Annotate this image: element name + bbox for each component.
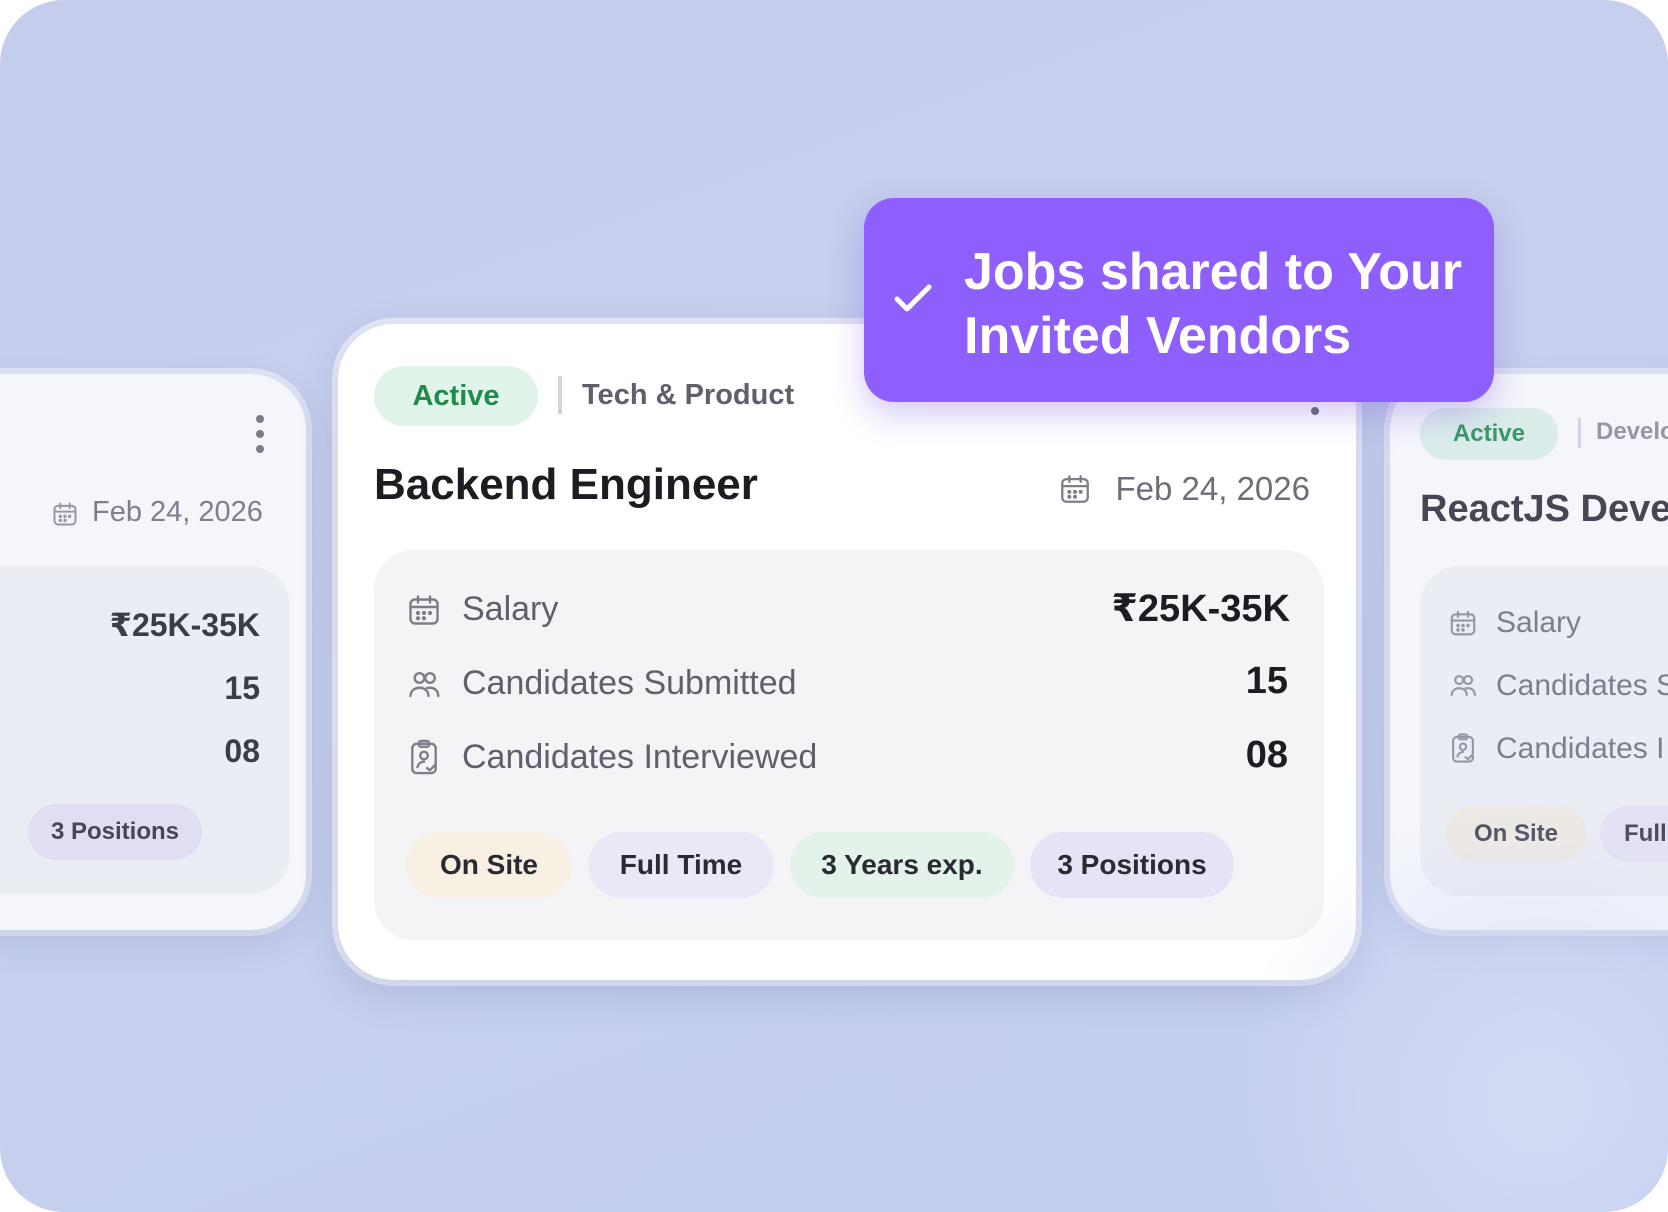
stats-panel: ₹25K-35K 15 08 3 Positions (0, 566, 290, 894)
status-badge: Active (1420, 408, 1558, 460)
tag-fulltime: Full Time (588, 832, 774, 898)
status-badge: Active (374, 366, 538, 426)
submitted-label: Candidates S (1496, 669, 1668, 702)
job-date: Feb 24, 2026 (92, 496, 263, 528)
interviewed-value: 08 (224, 733, 260, 769)
job-category: Develo (1596, 418, 1668, 445)
job-card-main[interactable]: Active Tech & Product Backend Engineer F… (338, 324, 1356, 980)
salary-label: Salary (462, 590, 559, 628)
check-icon (892, 280, 934, 316)
users-icon (1448, 670, 1478, 700)
tag-fulltime: Full (1600, 806, 1668, 862)
calendar-icon (1058, 472, 1092, 506)
interviewed-label: Candidates I (1496, 732, 1665, 765)
calendar-icon (406, 592, 442, 628)
background-canvas: Feb 24, 2026 ₹25K-35K 15 08 3 Positions … (0, 0, 1668, 1212)
users-icon (406, 666, 442, 702)
interviewed-label: Candidates Interviewed (462, 738, 818, 776)
clipboard-user-icon (1448, 732, 1478, 764)
more-vertical-icon[interactable] (252, 414, 268, 454)
interviewed-value: 08 (1245, 734, 1288, 776)
calendar-icon (1448, 608, 1478, 638)
tag-positions: 3 Positions (1030, 832, 1234, 898)
tag-experience: 3 Years exp. (790, 832, 1014, 898)
divider (1578, 418, 1581, 448)
job-card-left[interactable]: Feb 24, 2026 ₹25K-35K 15 08 3 Positions (0, 374, 306, 930)
salary-value: ₹25K-35K (109, 607, 260, 643)
stats-panel: Salary Candidates S Candidates I On Site… (1420, 566, 1668, 896)
salary-label: Salary (1496, 606, 1582, 639)
job-title: ReactJS Deve (1420, 488, 1668, 530)
tag-onsite: On Site (1446, 806, 1586, 862)
job-date: Feb 24, 2026 (1115, 470, 1311, 507)
divider (558, 376, 562, 414)
calendar-icon (51, 500, 79, 528)
submitted-value: 15 (224, 670, 260, 706)
submitted-value: 15 (1245, 660, 1288, 702)
job-card-right[interactable]: Active Develo ReactJS Deve Salary Candid… (1390, 374, 1668, 930)
job-title: Backend Engineer (374, 460, 758, 509)
banner-message: Jobs shared to Your Invited Vendors (964, 243, 1462, 365)
salary-value: ₹25K-35K (1111, 588, 1290, 630)
tag-onsite: On Site (406, 832, 572, 898)
tag-positions: 3 Positions (28, 804, 202, 860)
job-category: Tech & Product (582, 379, 795, 411)
stats-panel: Salary ₹25K-35K Candidates Submitted 15 … (374, 550, 1324, 940)
more-vertical-icon[interactable] (1310, 406, 1320, 416)
clipboard-user-icon (406, 738, 442, 776)
shared-jobs-banner: Jobs shared to Your Invited Vendors (864, 198, 1494, 402)
submitted-label: Candidates Submitted (462, 664, 797, 702)
